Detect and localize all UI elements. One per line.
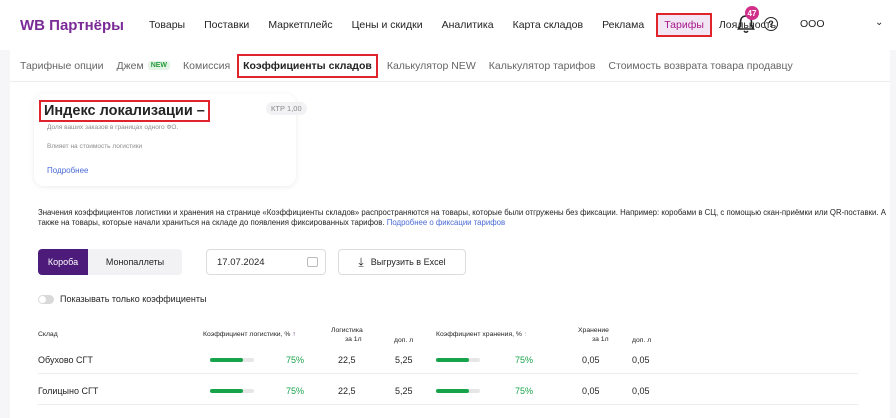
storage-bar: [436, 358, 480, 362]
logistics-bar: [210, 389, 254, 393]
localization-index-card: Индекс локализации – КТР 1,00 Доля ваших…: [34, 94, 307, 186]
chevron-down-icon[interactable]: ⌄: [875, 17, 883, 28]
header-warehouse[interactable]: Склад: [38, 330, 58, 339]
logistics-pct: 75%: [286, 355, 305, 365]
logistics-bar-fill: [210, 358, 243, 362]
tab-warehouse-coefficients[interactable]: Коэффициенты складов: [237, 53, 378, 78]
tab-tariff-calculator[interactable]: Калькулятор тарифов: [489, 60, 596, 72]
date-picker[interactable]: 17.07.2024: [206, 249, 326, 275]
new-badge: NEW: [147, 61, 171, 70]
organization-name[interactable]: ООО: [800, 18, 825, 30]
logistics-bar: [210, 358, 254, 362]
logistics-per-l: 22,5: [338, 355, 356, 365]
tab-label: Джем: [116, 59, 144, 72]
nav-item-tariffs[interactable]: Тарифы: [656, 13, 712, 37]
tab-tariff-options[interactable]: Тарифные опции: [20, 60, 104, 72]
table-row[interactable]: Обухово СГТ 75% 22,5 5,25 75% 0,05 0,05: [38, 346, 858, 374]
storage-extra: 0,05: [632, 386, 650, 396]
warehouse-name: Голицыно СГТ: [38, 386, 99, 396]
nav-item-ads[interactable]: Реклама: [599, 16, 647, 34]
tab-label: Коэффициенты складов: [243, 59, 372, 72]
card-more-link[interactable]: Подробнее: [47, 166, 89, 175]
notification-badge: 47: [745, 6, 759, 20]
tariffs-subnav: Тарифные опции Джем NEW Комиссия Коэффици…: [10, 50, 890, 82]
sort-arrow-icon: ↑: [292, 331, 296, 338]
tab-calculator-new[interactable]: Калькулятор NEW: [387, 60, 476, 72]
storage-bar: [436, 389, 480, 393]
calendar-icon[interactable]: [307, 257, 318, 267]
date-value: 17.07.2024: [217, 257, 265, 268]
ktr-badge: КТР 1,00: [266, 102, 307, 115]
tab-jam[interactable]: Джем NEW: [117, 60, 171, 72]
monopallets-button[interactable]: Монопаллеты: [88, 249, 182, 275]
header-log-coef-label: Коэффициент логистики, %: [203, 331, 291, 338]
card-title: Индекс локализации –: [39, 100, 210, 122]
tab-label: Калькулятор тарифов: [488, 59, 596, 72]
storage-extra: 0,05: [632, 355, 650, 365]
logistics-extra: 5,25: [395, 386, 413, 396]
header-label: Хранение: [578, 327, 609, 334]
nav-item-prices[interactable]: Цены и скидки: [349, 16, 426, 34]
supply-type-toggle: Короба Монопаллеты: [38, 249, 182, 275]
storage-pct: 75%: [515, 355, 534, 365]
nav-item-marketplace[interactable]: Маркетплейс: [265, 16, 335, 34]
header-store-coef-label: Коэффициент хранения, %: [436, 331, 522, 338]
fixation-more-link[interactable]: Подробнее о фиксации тарифов: [387, 218, 505, 227]
export-excel-button[interactable]: ⤓ Выгрузить в Excel: [338, 249, 466, 275]
logistics-per-l: 22,5: [338, 386, 356, 396]
header-store-per-l[interactable]: Хранение за 1л: [578, 326, 609, 344]
fixation-notice: Значения коэффициентов логистики и хране…: [38, 208, 888, 228]
boxes-button[interactable]: Короба: [38, 249, 88, 275]
card-description: Доля ваших заказов в границах одного ФО.: [47, 124, 179, 131]
help-icon[interactable]: ?: [764, 17, 778, 31]
header-label: Логистика: [331, 327, 363, 334]
storage-per-l: 0,05: [582, 386, 600, 396]
tab-label: Тарифные опции: [20, 59, 104, 72]
logistics-bar-fill: [210, 389, 243, 393]
logistics-pct: 75%: [286, 386, 305, 396]
tab-label: Комиссия: [183, 59, 231, 72]
warehouse-name: Обухово СГТ: [38, 355, 93, 365]
header-log-coef[interactable]: Коэффициент логистики, % ↑: [203, 330, 296, 339]
storage-per-l: 0,05: [582, 355, 600, 365]
coefficients-only-toggle[interactable]: [38, 294, 54, 304]
download-icon: ⤓: [358, 254, 364, 269]
card-description-logistics: Влияет на стоимость логистики: [47, 143, 143, 150]
top-navigation: WB Партнёры Товары Поставки Маркетплейс …: [0, 0, 896, 50]
nav-item-supplies[interactable]: Поставки: [201, 16, 252, 34]
tab-label: Стоимость возврата товара продавцу: [608, 59, 793, 72]
header-store-extra[interactable]: доп. л: [632, 336, 651, 345]
storage-bar-fill: [436, 358, 469, 362]
tab-return-cost[interactable]: Стоимость возврата товара продавцу: [608, 60, 792, 72]
storage-bar-fill: [436, 389, 469, 393]
header-log-per-l[interactable]: Логистика за 1л: [331, 326, 363, 344]
tab-label: Калькулятор NEW: [386, 59, 476, 72]
header-sub: за 1л: [592, 336, 609, 343]
brand-logo[interactable]: WB Партнёры: [20, 17, 124, 34]
header-sub: за 1л: [345, 336, 362, 343]
toggle-label: Показывать только коэффициенты: [60, 294, 207, 304]
coefficients-only-toggle-row: Показывать только коэффициенты: [38, 294, 206, 304]
nav-item-analytics[interactable]: Аналитика: [439, 16, 497, 34]
main-panel: Тарифные опции Джем NEW Комиссия Коэффици…: [10, 50, 890, 418]
tab-commission[interactable]: Комиссия: [183, 60, 230, 72]
logistics-extra: 5,25: [395, 355, 413, 365]
export-label: Выгрузить в Excel: [370, 257, 446, 267]
nav-item-goods[interactable]: Товары: [146, 16, 188, 34]
storage-pct: 75%: [515, 386, 534, 396]
nav-item-warehouse-map[interactable]: Карта складов: [510, 16, 587, 34]
header-log-extra[interactable]: доп. л: [394, 336, 413, 345]
header-store-coef[interactable]: Коэффициент хранения, % ↑: [436, 330, 527, 339]
table-row[interactable]: Голицыно СГТ 75% 22,5 5,25 75% 0,05 0,05: [38, 377, 858, 405]
sort-arrow-icon: ↑: [523, 331, 528, 338]
